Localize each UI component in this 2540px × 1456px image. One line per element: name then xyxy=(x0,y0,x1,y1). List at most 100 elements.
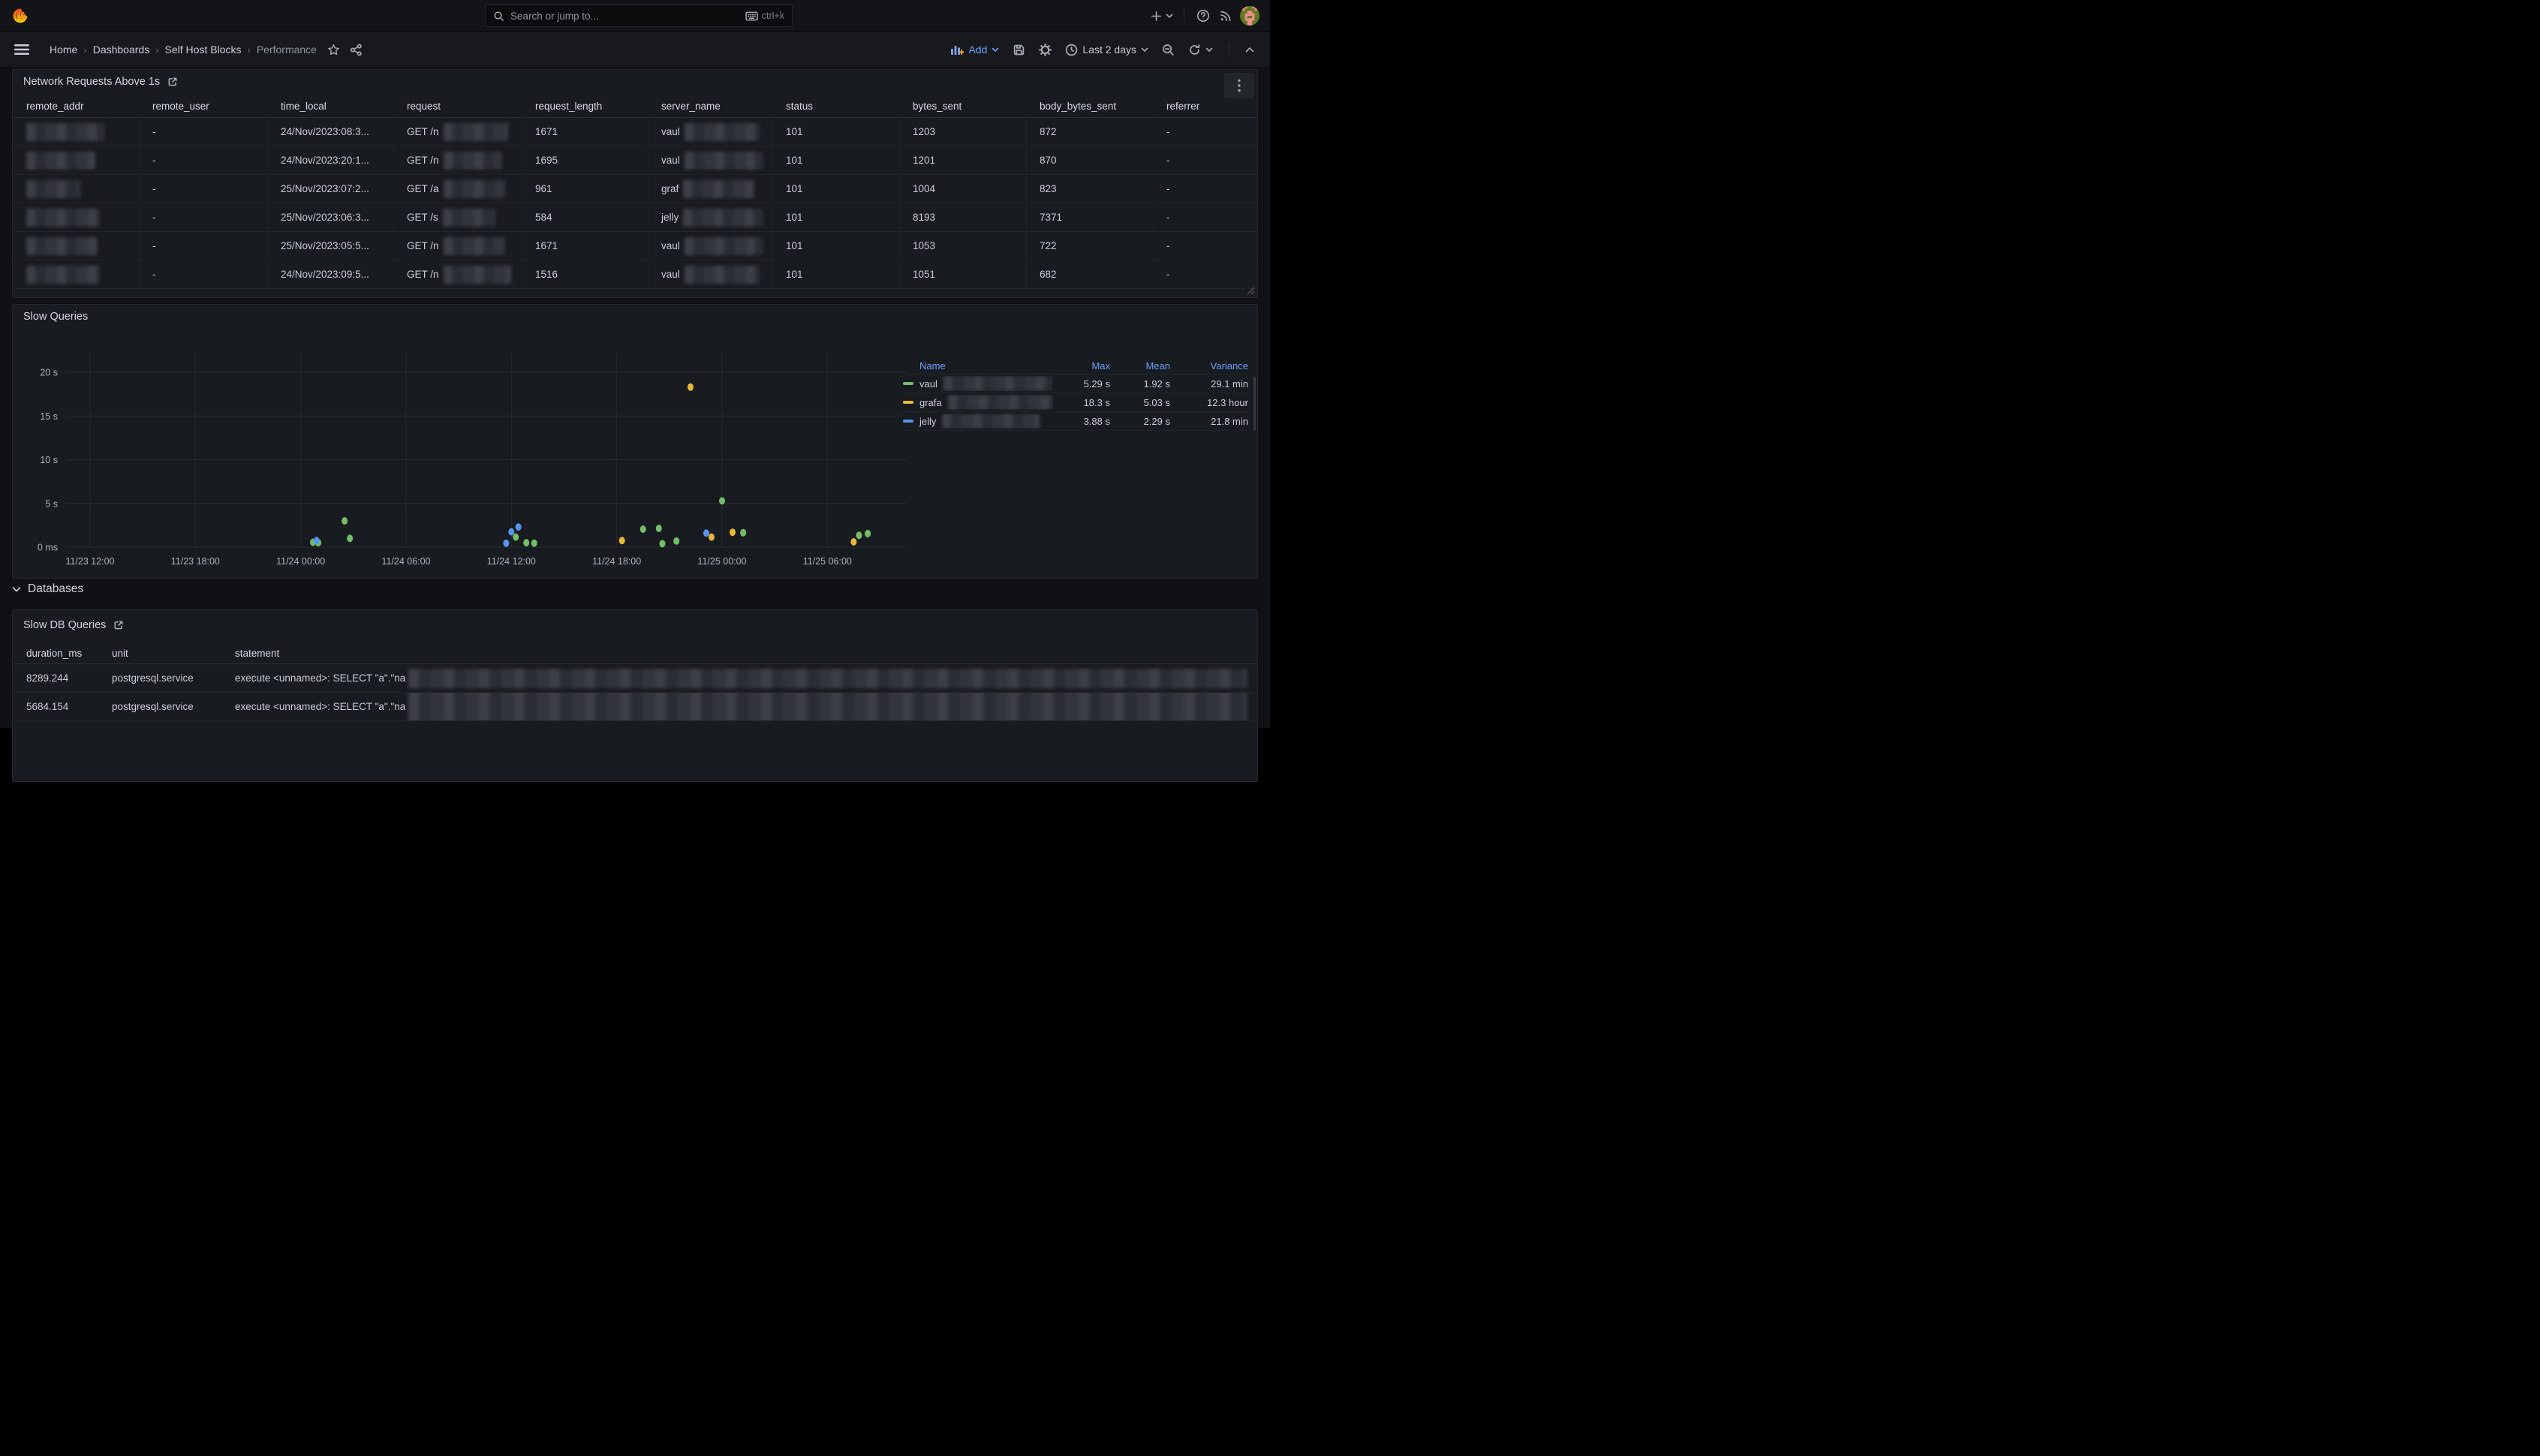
legend-series-name[interactable]: jelly xyxy=(903,414,1053,429)
mega-menu-button[interactable] xyxy=(11,38,33,61)
legend-row[interactable]: grafa18.3 s5.03 s12.3 hour xyxy=(903,393,1248,412)
redacted-value xyxy=(443,209,495,227)
legend-max-value: 5.29 s xyxy=(1053,378,1110,390)
column-header-status[interactable]: status xyxy=(773,95,900,117)
db-column-header-statement[interactable]: statement xyxy=(222,643,1256,664)
y-axis-tick-label: 0 ms xyxy=(38,543,58,553)
search-input[interactable] xyxy=(510,11,739,22)
external-link-icon[interactable] xyxy=(113,620,124,630)
db-column-header-duration_ms[interactable]: duration_ms xyxy=(14,643,99,664)
column-header-request_length[interactable]: request_length xyxy=(522,95,649,117)
dashboard-settings-button[interactable] xyxy=(1034,40,1057,60)
redacted-value xyxy=(683,180,754,198)
legend-header-name[interactable]: Name xyxy=(903,360,1053,372)
legend-header-mean[interactable]: Mean xyxy=(1110,360,1170,372)
grafana-logo[interactable] xyxy=(11,6,30,26)
x-axis-tick-label: 11/24 12:00 xyxy=(487,556,536,567)
save-dashboard-button[interactable] xyxy=(1007,40,1031,60)
x-axis-tick-label: 11/23 12:00 xyxy=(65,556,114,567)
column-header-referrer[interactable]: referrer xyxy=(1154,95,1256,117)
legend-series-marker xyxy=(903,382,913,386)
column-header-body_bytes_sent[interactable]: body_bytes_sent xyxy=(1027,95,1154,117)
db-table-row[interactable]: 8289.244postgresql.serviceexecute <unnam… xyxy=(14,664,1256,693)
cell-unit: postgresql.service xyxy=(99,693,222,721)
column-header-time_local[interactable]: time_local xyxy=(268,95,394,117)
cell-remote_user: - xyxy=(140,146,268,175)
redacted-value xyxy=(948,395,1053,410)
legend-series-name[interactable]: grafa xyxy=(903,395,1053,410)
scatter-point xyxy=(688,384,694,391)
global-search[interactable]: ctrl+k xyxy=(485,5,793,27)
external-link-icon[interactable] xyxy=(167,77,178,87)
column-header-remote_user[interactable]: remote_user xyxy=(140,95,268,117)
legend-max-value: 18.3 s xyxy=(1053,397,1110,408)
slow-queries-scatter-chart[interactable]: 0 ms5 s10 s15 s20 s11/23 12:0011/23 18:0… xyxy=(25,339,933,576)
table-row[interactable]: -24/Nov/2023:09:5...GET /n1516vaul101105… xyxy=(14,260,1256,289)
top-nav-actions xyxy=(1148,0,1270,32)
section-databases[interactable]: Databases xyxy=(12,582,83,596)
collapse-toolbar-button[interactable] xyxy=(1240,43,1259,57)
cell-server_name: vaul xyxy=(649,232,773,260)
redacted-value xyxy=(26,237,98,255)
column-header-request[interactable]: request xyxy=(394,95,522,117)
scatter-point xyxy=(347,534,353,542)
cell-status: 101 xyxy=(773,146,900,175)
column-header-server_name[interactable]: server_name xyxy=(649,95,773,117)
db-column-header-unit[interactable]: unit xyxy=(99,643,222,664)
panel-network-header[interactable]: Network Requests Above 1s xyxy=(13,70,1257,94)
chevron-down-icon xyxy=(12,586,21,593)
legend-variance-value: 12.3 hour xyxy=(1170,397,1248,408)
db-table-header-row: duration_msunitstatement xyxy=(14,643,1256,664)
legend-scrollbar[interactable] xyxy=(1253,377,1256,431)
cell-status: 101 xyxy=(773,260,900,289)
zoom-out-icon xyxy=(1162,44,1175,56)
news-button[interactable] xyxy=(1214,5,1237,27)
x-axis-tick-label: 11/25 06:00 xyxy=(803,556,852,567)
redacted-value xyxy=(444,152,502,170)
legend-row[interactable]: vaul5.29 s1.92 s29.1 min xyxy=(903,375,1248,393)
panel-db-header[interactable]: Slow DB Queries xyxy=(13,610,1257,640)
save-icon xyxy=(1013,44,1025,56)
favorite-button[interactable] xyxy=(323,38,345,61)
cell-request: GET /s xyxy=(394,203,522,232)
help-button[interactable] xyxy=(1192,5,1214,27)
user-avatar[interactable] xyxy=(1237,5,1262,27)
breadcrumb-item[interactable]: Dashboards xyxy=(93,44,150,56)
new-button[interactable] xyxy=(1148,5,1176,27)
refresh-button[interactable] xyxy=(1183,40,1218,60)
breadcrumb-item[interactable]: Home xyxy=(50,44,77,56)
table-row[interactable]: -24/Nov/2023:20:1...GET /n1695vaul101120… xyxy=(14,146,1256,175)
panel-slow-queries-header[interactable]: Slow Queries xyxy=(13,305,1257,329)
table-row[interactable]: -25/Nov/2023:06:3...GET /s584jelly101819… xyxy=(14,203,1256,232)
legend-row[interactable]: jelly3.88 s2.29 s21.8 min xyxy=(903,412,1248,431)
column-header-bytes_sent[interactable]: bytes_sent xyxy=(900,95,1027,117)
time-range-picker[interactable]: Last 2 days xyxy=(1060,40,1154,60)
legend-series-name[interactable]: vaul xyxy=(903,376,1053,391)
column-header-remote_addr[interactable]: remote_addr xyxy=(14,95,140,117)
table-row[interactable]: -24/Nov/2023:08:3...GET /n1671vaul101120… xyxy=(14,118,1256,146)
gear-icon xyxy=(1039,44,1052,56)
hamburger-icon xyxy=(14,44,29,56)
resize-handle[interactable] xyxy=(1246,286,1255,295)
db-table-row[interactable]: 5684.154postgresql.serviceexecute <unnam… xyxy=(14,693,1256,721)
scatter-point xyxy=(703,529,709,537)
scatter-point xyxy=(619,537,625,544)
kebab-icon xyxy=(1238,79,1241,92)
dashboard-toolbar: Home›Dashboards›Self Host Blocks›Perform… xyxy=(0,32,1270,67)
add-button[interactable]: Add xyxy=(945,40,1004,59)
redacted-value xyxy=(26,123,105,141)
share-button[interactable] xyxy=(345,38,368,61)
zoom-out-button[interactable] xyxy=(1157,40,1180,60)
legend-header-variance[interactable]: Variance xyxy=(1170,360,1248,372)
cell-remote_addr xyxy=(14,118,140,146)
breadcrumb-item[interactable]: Self Host Blocks xyxy=(165,44,242,56)
table-row[interactable]: -25/Nov/2023:05:5...GET /n1671vaul101105… xyxy=(14,232,1256,260)
legend-header-max[interactable]: Max xyxy=(1053,360,1110,372)
y-axis-tick-label: 5 s xyxy=(45,498,58,509)
chevron-down-icon xyxy=(1166,13,1173,19)
add-panel-icon xyxy=(950,44,964,56)
cell-statement: execute <unnamed>: SELECT "a"."na xyxy=(222,693,1256,721)
cell-remote_addr xyxy=(14,232,140,260)
cell-request: GET /n xyxy=(394,260,522,289)
table-row[interactable]: -25/Nov/2023:07:2...GET /a961graf1011004… xyxy=(14,175,1256,203)
